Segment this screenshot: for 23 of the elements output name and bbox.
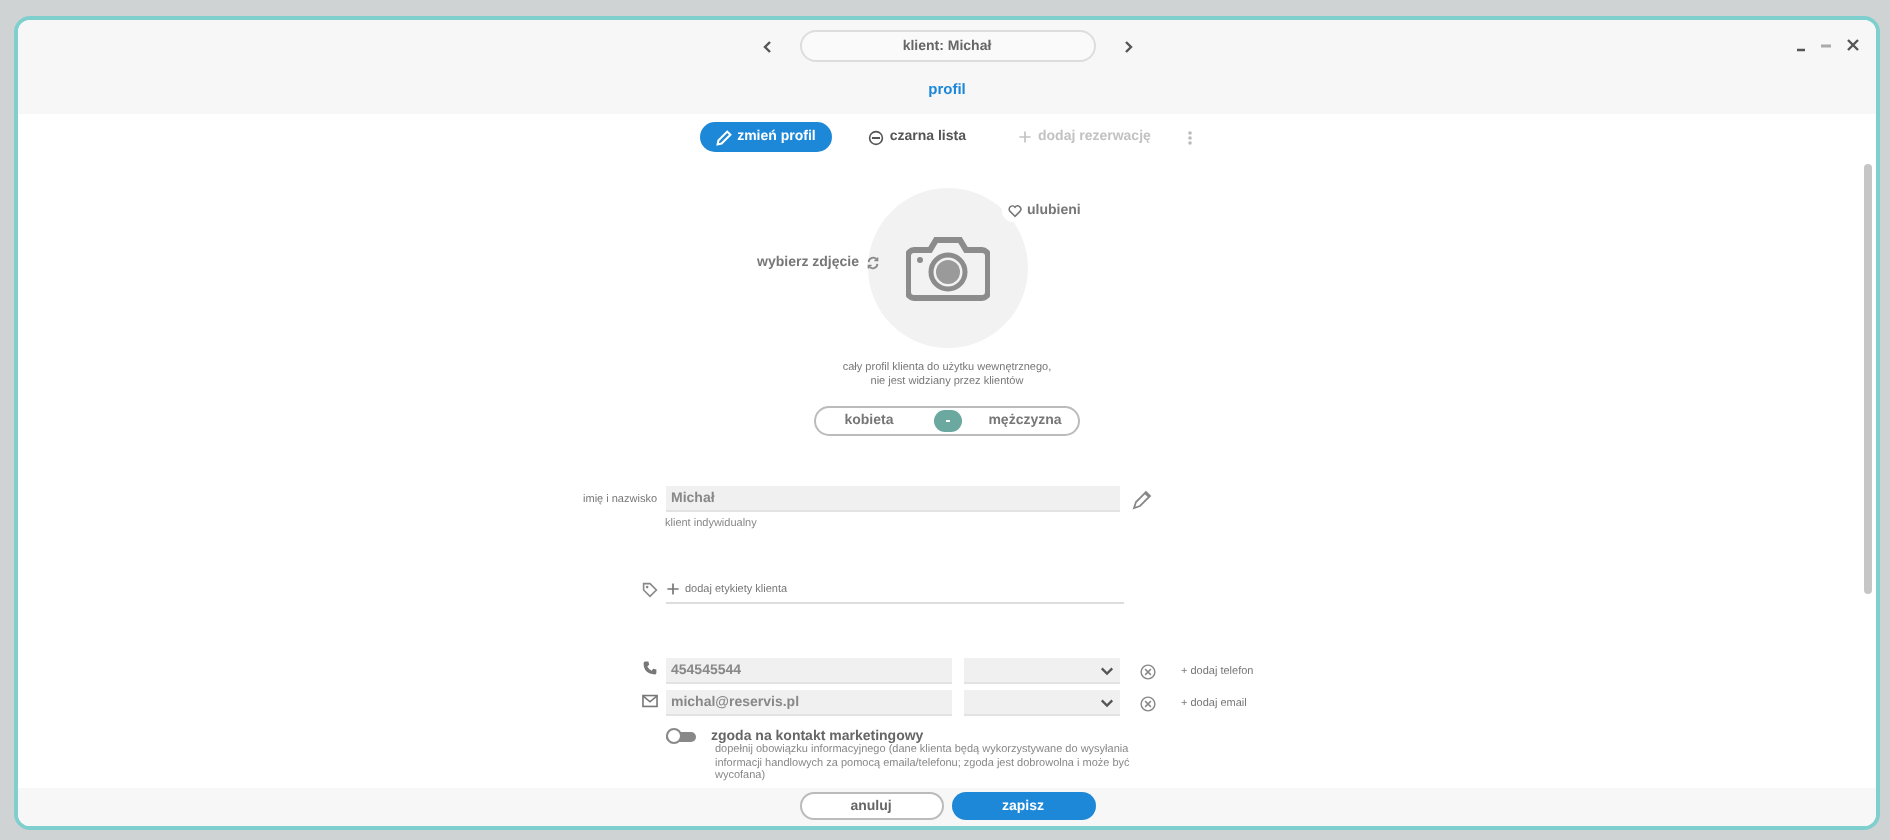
chevron-down-icon [1099, 697, 1113, 707]
refresh-icon[interactable] [865, 256, 879, 270]
scrollbar[interactable] [1864, 164, 1872, 594]
remove-icon[interactable] [1139, 695, 1155, 711]
minus-circle-icon [867, 129, 884, 145]
remove-icon[interactable] [1139, 663, 1155, 679]
heart-icon[interactable] [1007, 204, 1021, 218]
previous-icon[interactable] [761, 39, 771, 53]
toggle-switch[interactable] [665, 728, 695, 744]
more-icon[interactable] [1186, 129, 1195, 145]
next-icon[interactable] [1123, 39, 1133, 53]
edit-icon[interactable] [1131, 489, 1151, 509]
pencil-icon [715, 129, 732, 145]
toggle-knob[interactable] [933, 410, 961, 432]
camera-icon [905, 234, 989, 302]
chevron-down-icon [1099, 665, 1113, 675]
tag-icon [641, 582, 657, 598]
plus-icon [1018, 130, 1032, 144]
close-icon[interactable] [1846, 38, 1860, 52]
plus-icon [665, 582, 679, 596]
envelope-icon [641, 693, 657, 707]
maximize-icon[interactable] [1820, 39, 1832, 51]
phone-icon [641, 660, 657, 676]
